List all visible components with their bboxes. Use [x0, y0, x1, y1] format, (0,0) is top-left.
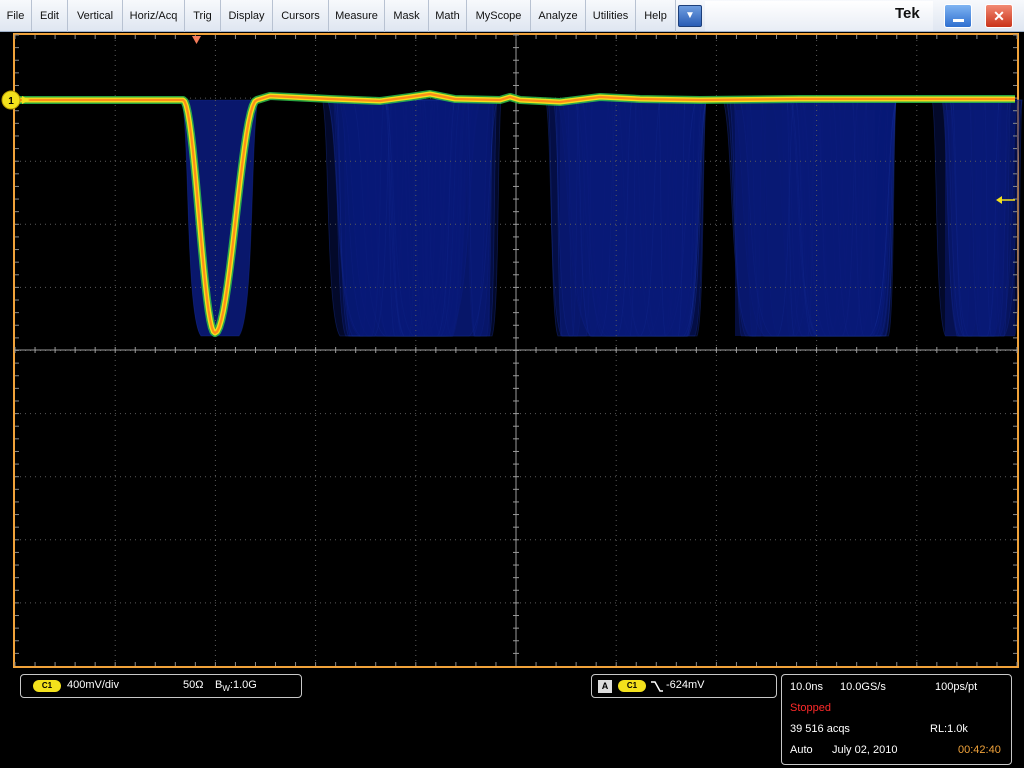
bandwidth-limit: BW:1.0G [215, 679, 257, 694]
ch1-ground-marker[interactable]: 1 [1, 90, 30, 110]
ch1-marker-label: 1 [8, 96, 14, 107]
input-impedance: 50Ω [183, 679, 204, 691]
trigger-source-badge: C1 [618, 680, 646, 692]
falling-edge-icon [651, 681, 663, 692]
ch1-badge: C1 [33, 680, 61, 692]
horizontal-acquisition-readout[interactable]: 10.0ns 10.0GS/s 100ps/pt Stopped 39 516 … [781, 674, 1012, 765]
vertical-scale: 400mV/div [67, 679, 119, 691]
time: 00:42:40 [958, 744, 1001, 756]
trigger-mode: Auto [790, 744, 813, 756]
time-per-div: 10.0ns [790, 681, 824, 693]
sample-rate: 10.0GS/s [840, 681, 886, 693]
waveform-display[interactable]: 1 [0, 0, 1024, 768]
trigger-level: -624mV [666, 679, 705, 691]
trigger-position-marker[interactable] [192, 36, 201, 44]
acquisition-count: 39 516 acqs [790, 723, 850, 735]
date: July 02, 2010 [832, 744, 898, 756]
acquisition-state: Stopped [790, 702, 831, 714]
record-length: RL:1.0k [930, 723, 968, 735]
resolution: 100ps/pt [935, 681, 978, 693]
trigger-readout[interactable]: A C1 -624mV [591, 674, 777, 698]
vertical-readout[interactable]: C1 400mV/div 50Ω BW:1.0G [20, 674, 302, 698]
persistence-waveforms [181, 99, 1023, 337]
trigger-a-badge: A [598, 680, 612, 693]
